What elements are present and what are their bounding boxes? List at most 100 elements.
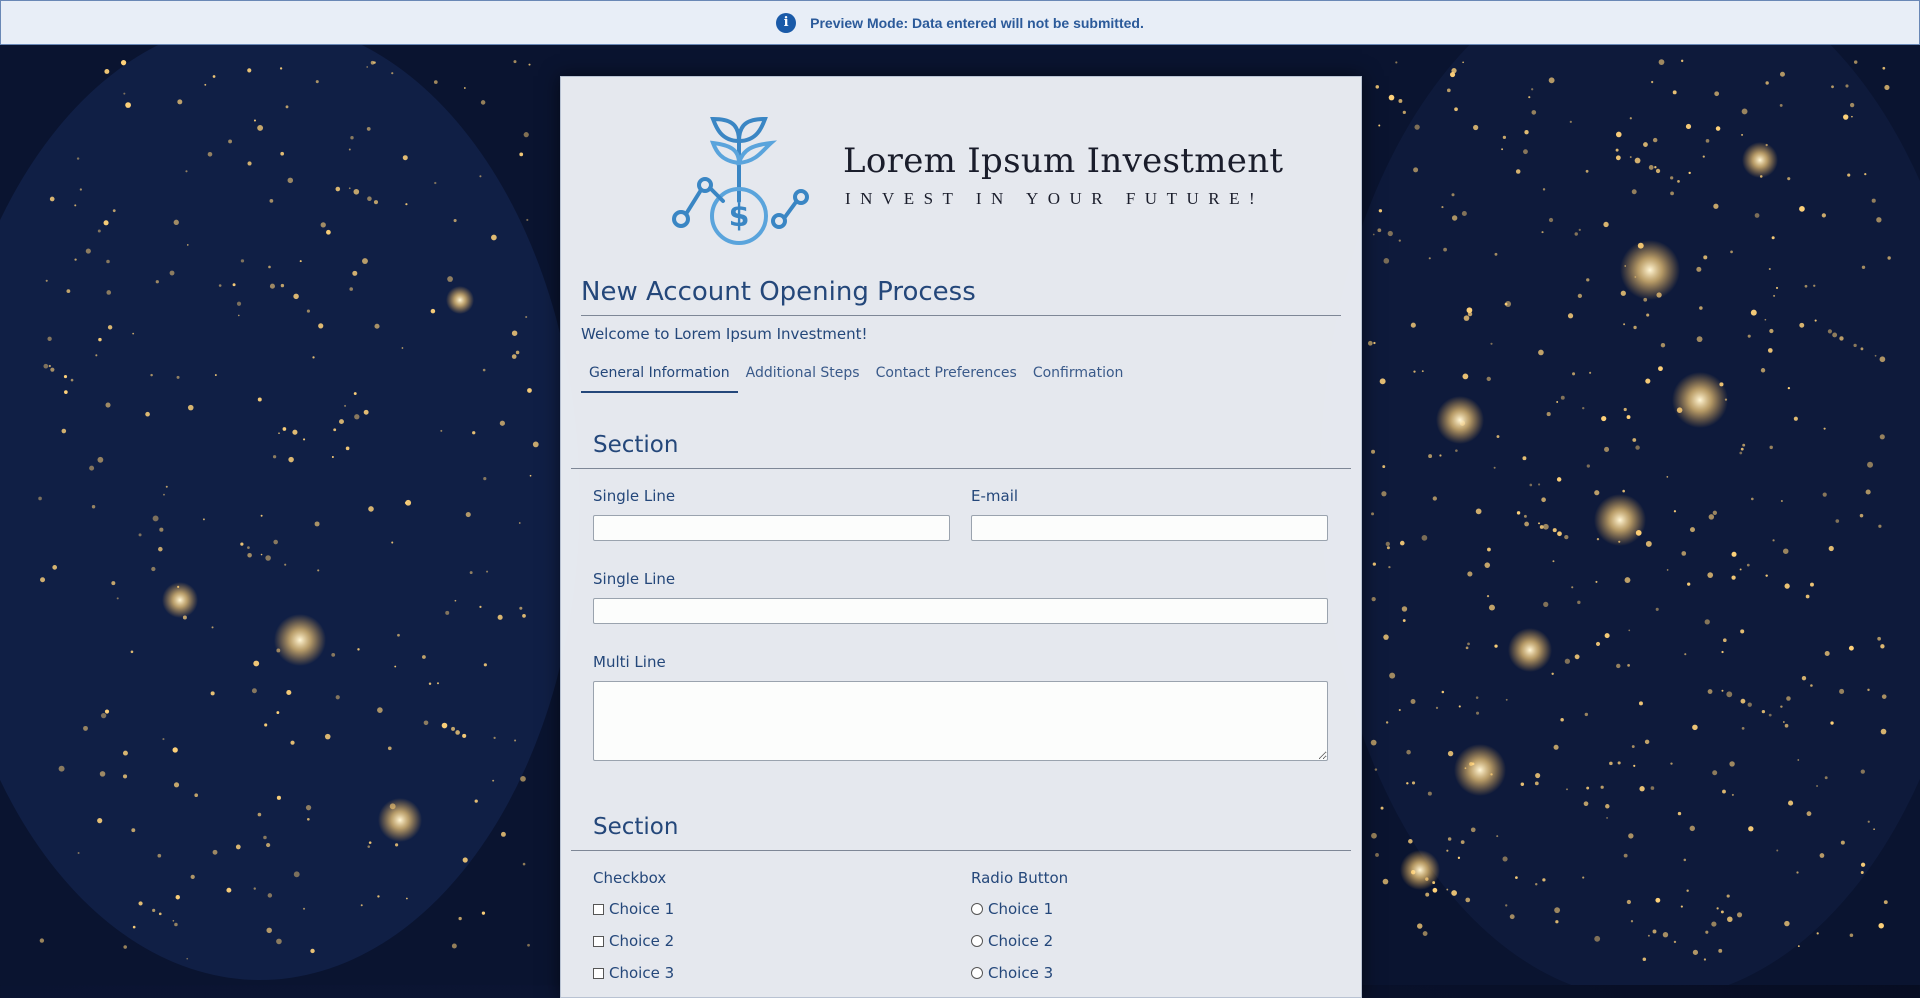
city-light (1383, 634, 1389, 640)
city-light (1586, 278, 1590, 282)
city-light (1797, 759, 1800, 761)
city-light (511, 354, 517, 359)
tab-additional-steps[interactable]: Additional Steps (738, 359, 868, 393)
section-divider (571, 850, 1351, 851)
city-light (1731, 551, 1737, 557)
checkbox[interactable] (593, 935, 604, 947)
city-light (306, 817, 310, 821)
city-light (1645, 540, 1652, 547)
city-light (480, 100, 486, 105)
city-light (1595, 641, 1601, 646)
city-light (360, 904, 363, 907)
city-light (1813, 284, 1816, 287)
email-field[interactable] (971, 515, 1328, 541)
city-light (324, 733, 331, 740)
radio-choice-2[interactable]: Choice 2 (971, 932, 1053, 950)
single-line-input[interactable] (593, 515, 950, 541)
city-light (306, 309, 310, 313)
city-light (1534, 781, 1539, 786)
city-light (1721, 650, 1724, 654)
city-light (1677, 179, 1680, 183)
city-light (1475, 696, 1479, 699)
city-light (1705, 930, 1709, 934)
checkbox[interactable] (593, 903, 604, 915)
city-light (49, 196, 55, 202)
city-light (1417, 923, 1423, 929)
city-light (1385, 721, 1389, 724)
city-light (1628, 833, 1634, 839)
city-light (436, 682, 440, 685)
city-light (77, 851, 80, 854)
radio-button[interactable] (971, 935, 983, 947)
city-light (1386, 546, 1390, 550)
radio-choice-1[interactable]: Choice 1 (971, 900, 1053, 918)
checkbox-choice-3[interactable]: Choice 3 (593, 964, 674, 982)
city-light (1871, 198, 1876, 203)
city-light (50, 367, 55, 372)
city-light (211, 626, 214, 629)
city-light (1847, 173, 1851, 177)
city-light (1865, 489, 1871, 495)
city-light (1451, 890, 1457, 896)
city-light (116, 597, 119, 600)
checkbox-choice-1[interactable]: Choice 1 (593, 900, 674, 918)
city-light (63, 375, 68, 379)
tab-general-information[interactable]: General Information (581, 359, 738, 393)
city-light (152, 515, 159, 522)
city-light (387, 746, 392, 751)
city-light (1670, 191, 1674, 196)
city-light (391, 72, 394, 75)
city-light (315, 80, 319, 84)
city-light (1555, 920, 1559, 924)
multi-line-textarea[interactable] (593, 681, 1328, 761)
city-light (1439, 454, 1442, 457)
city-light (172, 919, 175, 922)
city-light (1371, 449, 1376, 454)
tab-confirmation[interactable]: Confirmation (1025, 359, 1132, 393)
checkbox[interactable] (593, 967, 604, 979)
city-light (1655, 607, 1659, 611)
city-light (1867, 461, 1874, 468)
city-light (1441, 690, 1445, 694)
radio-button[interactable] (971, 903, 983, 915)
city-light (1486, 376, 1491, 382)
city-light (1629, 117, 1632, 120)
city-light (1428, 257, 1431, 260)
city-light (1447, 750, 1454, 757)
city-light (527, 388, 532, 393)
city-light (1564, 658, 1571, 664)
single-line-input-2[interactable] (593, 598, 1328, 624)
city-light (348, 187, 351, 190)
city-light (1524, 130, 1529, 135)
city-light (48, 364, 51, 368)
radio-choice-3[interactable]: Choice 3 (971, 964, 1053, 982)
city-light (104, 69, 110, 74)
city-light (1443, 247, 1447, 252)
city-light (1421, 370, 1424, 373)
city-light (1740, 629, 1745, 634)
section-divider (571, 468, 1351, 469)
city-light (1804, 284, 1808, 288)
radio-button[interactable] (971, 967, 983, 979)
city-light (1557, 531, 1562, 537)
city-light (453, 218, 457, 223)
city-light (1750, 309, 1757, 316)
city-light (1502, 135, 1507, 140)
city-light (519, 606, 523, 610)
city-light (1723, 638, 1727, 643)
city-light (1673, 510, 1677, 513)
city-light (1727, 916, 1733, 923)
city-light (165, 485, 168, 488)
city-light (1799, 322, 1805, 328)
city-light (1572, 372, 1576, 376)
city-light (100, 712, 107, 719)
city-light (226, 887, 232, 893)
city-light (428, 682, 432, 685)
city-light (1538, 349, 1544, 356)
tab-contact-preferences[interactable]: Contact Preferences (868, 359, 1025, 393)
city-glow (274, 614, 326, 666)
checkbox-choice-2[interactable]: Choice 2 (593, 932, 674, 950)
city-light (1731, 793, 1734, 796)
city-light (1427, 791, 1432, 796)
city-light (1769, 445, 1773, 450)
